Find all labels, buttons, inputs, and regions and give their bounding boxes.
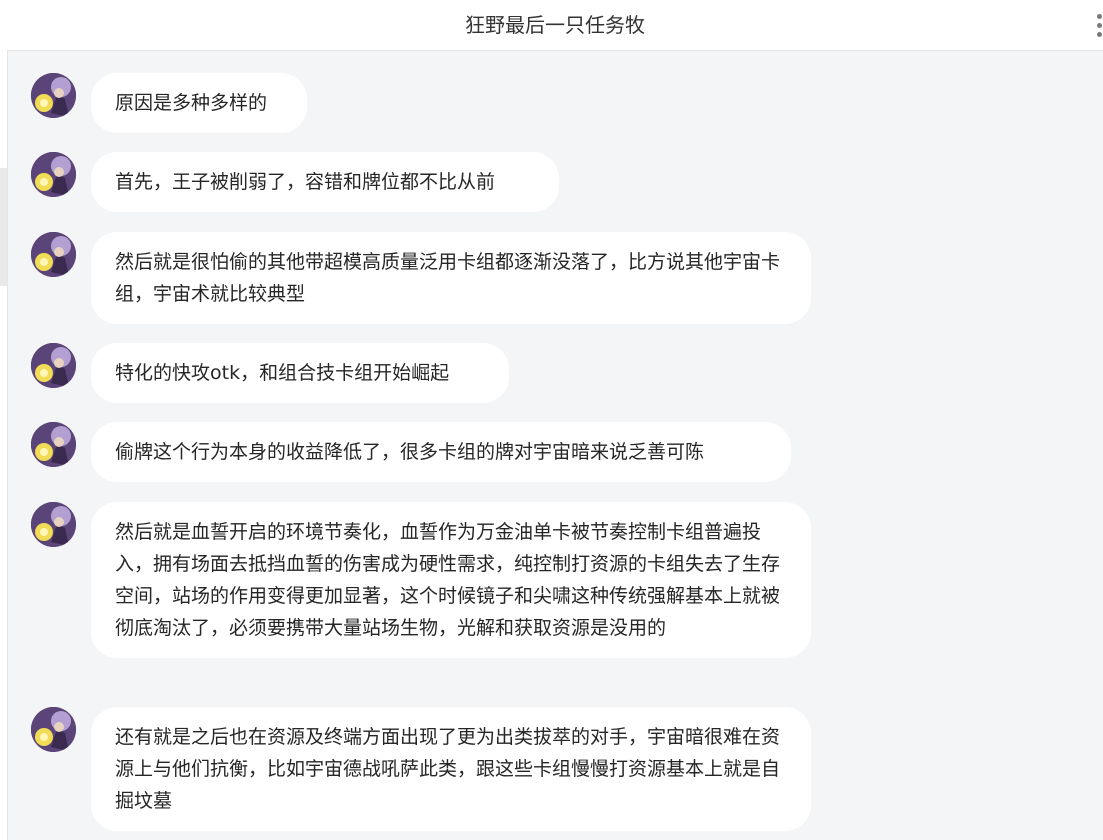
more-options-button[interactable] <box>1093 12 1103 40</box>
message-bubble: 原因是多种多样的 <box>91 73 307 133</box>
avatar-image-icon <box>31 232 76 277</box>
avatar[interactable] <box>31 73 76 118</box>
avatar-image-icon <box>31 152 76 197</box>
avatar[interactable] <box>31 502 76 547</box>
avatar-image-icon <box>31 422 76 467</box>
avatar[interactable] <box>31 152 76 197</box>
message-list[interactable]: 原因是多种多样的 首先，王子被削弱了，容错和牌位都不比从前 然后就是很怕偷的其他… <box>7 51 1103 840</box>
avatar[interactable] <box>31 232 76 277</box>
more-dot-icon <box>1097 14 1102 19</box>
sidebar-scroll-marker <box>0 168 7 286</box>
avatar-image-icon <box>31 73 76 118</box>
message-bubble: 然后就是血誓开启的环境节奏化，血誓作为万金油单卡被节奏控制卡组普遍投入，拥有场面… <box>91 502 811 658</box>
avatar-image-icon <box>31 343 76 388</box>
chat-window: 狂野最后一只任务牧 原因是多种多样的 首先，王子被削弱了，容错和牌位都不比从前 … <box>0 0 1103 840</box>
avatar[interactable] <box>31 343 76 388</box>
chat-header: 狂野最后一只任务牧 <box>7 0 1103 51</box>
avatar-image-icon <box>31 502 76 547</box>
message-bubble: 然后就是很怕偷的其他带超模高质量泛用卡组都逐渐没落了，比方说其他宇宙卡组，宇宙术… <box>91 232 811 324</box>
more-dot-icon <box>1097 23 1102 28</box>
message-bubble: 特化的快攻otk，和组合技卡组开始崛起 <box>91 343 509 403</box>
message-bubble: 偷牌这个行为本身的收益降低了，很多卡组的牌对宇宙暗来说乏善可陈 <box>91 422 791 482</box>
chat-title: 狂野最后一只任务牧 <box>465 13 645 37</box>
message-bubble: 还有就是之后也在资源及终端方面出现了更为出类拔萃的对手，宇宙暗很难在资源上与他们… <box>91 707 811 831</box>
message-bubble: 首先，王子被削弱了，容错和牌位都不比从前 <box>91 152 559 212</box>
more-dot-icon <box>1097 32 1102 37</box>
avatar[interactable] <box>31 707 76 752</box>
avatar[interactable] <box>31 422 76 467</box>
avatar-image-icon <box>31 707 76 752</box>
